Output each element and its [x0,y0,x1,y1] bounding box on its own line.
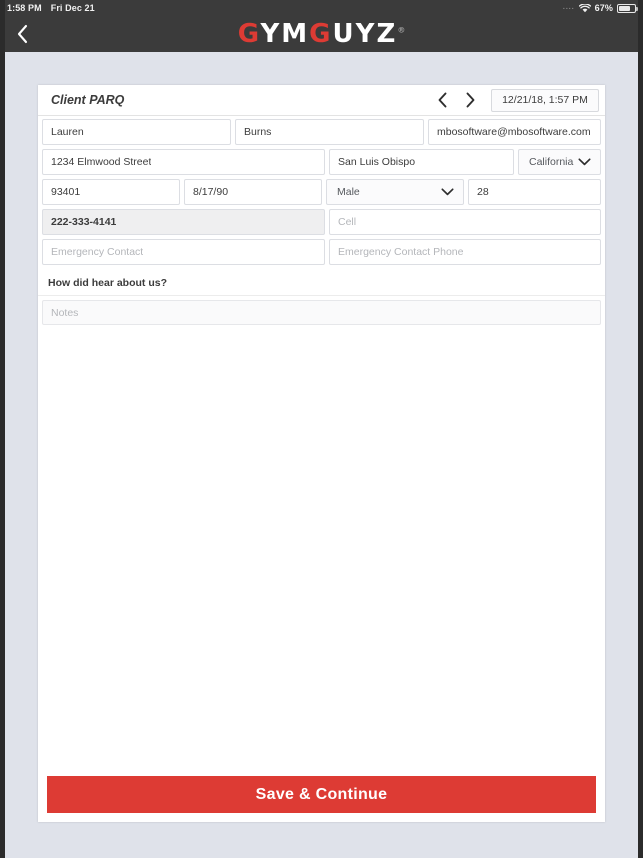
wifi-icon [578,3,591,13]
app-nav-bar: GYMGUYZ® [0,16,643,52]
address-value: 1234 Elmwood Street [51,156,152,168]
first-name-value: Lauren [51,126,84,138]
status-bar-left: 1:58 PM Fri Dec 21 [7,3,95,13]
city-value: San Luis Obispo [338,156,416,168]
chevron-left-icon [438,92,446,108]
gymguyz-logo: GYMGUYZ® [0,21,643,47]
cell-phone-placeholder: Cell [338,216,357,228]
city-input[interactable]: San Luis Obispo [329,149,514,175]
gender-select[interactable]: Male [326,179,464,205]
emergency-contact-input[interactable]: Emergency Contact [42,239,325,265]
client-form: Lauren Burns mbosoftware@mbosoftware.com… [38,116,605,269]
notes-input[interactable]: Notes [42,300,601,325]
device-edge-right [638,0,643,858]
emergency-contact-phone-input[interactable]: Emergency Contact Phone [329,239,601,265]
logo-part-2: YM [260,19,310,49]
device-edge-left [0,0,5,858]
form-row-emergency: Emergency Contact Emergency Contact Phon… [42,239,601,265]
zip-input[interactable]: 93401 [42,179,180,205]
previous-record-button[interactable] [435,90,449,110]
back-button[interactable] [0,16,44,52]
home-phone-input[interactable]: 222-333-4141 [42,209,325,235]
logo-part-1: G [237,19,261,49]
email-value: mbosoftware@mbosoftware.com [437,126,591,138]
zip-value: 93401 [51,186,81,198]
save-and-continue-button[interactable]: Save & Continue [47,776,596,813]
card-header: Client PARQ 12/21/18, 1:57 PM [38,85,605,116]
emergency-contact-placeholder: Emergency Contact [51,246,144,258]
notes-placeholder: Notes [51,306,79,319]
next-record-button[interactable] [463,90,477,110]
status-date: Fri Dec 21 [50,3,95,13]
chevron-down-icon [441,188,454,196]
card-spacer [38,325,605,770]
referral-source-label: How did hear about us? [38,271,605,296]
age-input[interactable]: 28 [468,179,601,205]
page-title: Client PARQ [51,93,125,107]
home-phone-value: 222-333-4141 [51,216,117,228]
logo-part-4: UYZ [332,19,398,49]
form-row-demographics: 93401 8/17/90 Male 28 [42,179,601,205]
record-pager [435,90,477,110]
client-parq-card: Client PARQ 12/21/18, 1:57 PM Lauren Bur… [38,85,605,822]
status-time: 1:58 PM [7,3,42,13]
registered-mark: ® [397,25,406,35]
chevron-down-icon [578,158,591,166]
state-value: California [529,156,574,168]
date-of-birth-input[interactable]: 8/17/90 [184,179,322,205]
gender-value: Male [337,186,360,198]
card-footer: Save & Continue [38,770,605,822]
status-bar: 1:58 PM Fri Dec 21 .... 67% [0,0,643,16]
status-bar-right: .... 67% [562,3,638,13]
state-select[interactable]: California [518,149,601,175]
chevron-left-icon [17,24,27,44]
email-input[interactable]: mbosoftware@mbosoftware.com [428,119,601,145]
cell-phone-input[interactable]: Cell [329,209,601,235]
last-name-input[interactable]: Burns [235,119,424,145]
form-row-name: Lauren Burns mbosoftware@mbosoftware.com [42,119,601,145]
form-row-address: 1234 Elmwood Street San Luis Obispo Cali… [42,149,601,175]
age-value: 28 [477,186,489,198]
address-input[interactable]: 1234 Elmwood Street [42,149,325,175]
first-name-input[interactable]: Lauren [42,119,231,145]
signal-dots-icon: .... [562,3,575,11]
emergency-contact-phone-placeholder: Emergency Contact Phone [338,246,464,258]
battery-icon [617,3,638,13]
last-name-value: Burns [244,126,272,138]
logo-part-3: G [309,19,333,49]
chevron-right-icon [466,92,474,108]
page-body: Client PARQ 12/21/18, 1:57 PM Lauren Bur… [5,52,638,858]
appointment-datetime-field[interactable]: 12/21/18, 1:57 PM [491,88,599,112]
form-row-phones: 222-333-4141 Cell [42,209,601,235]
date-of-birth-value: 8/17/90 [193,186,229,198]
battery-percent: 67% [594,3,613,13]
